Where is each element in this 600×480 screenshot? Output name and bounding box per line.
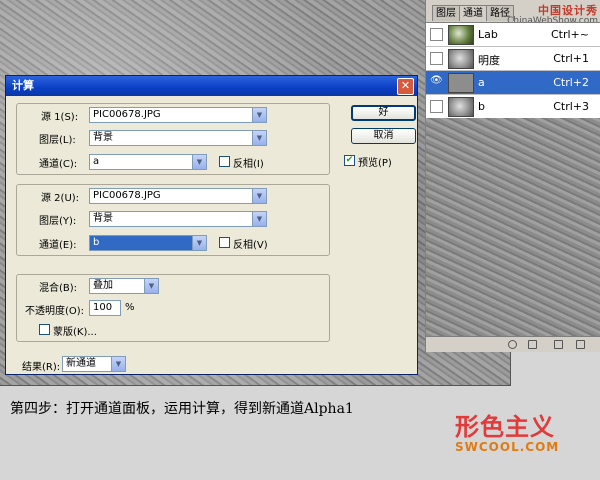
channel-name: 明度 [478, 54, 500, 67]
channel-name: Lab [478, 28, 498, 41]
channel-row-b[interactable]: b Ctrl+3 [426, 95, 600, 119]
eye-icon[interactable]: 👁 [430, 75, 443, 86]
chevron-down-icon: ▼ [192, 236, 206, 250]
channel-thumbnail [448, 73, 474, 93]
result-label: 结果(R): [22, 362, 61, 373]
site-logo: 形色主义 [455, 413, 555, 441]
tab-layers[interactable]: 图层 [432, 5, 460, 21]
chevron-down-icon: ▼ [252, 108, 266, 122]
channel-name: b [478, 100, 485, 113]
channel-shortcut: Ctrl+~ [550, 28, 589, 41]
dialog-titlebar[interactable]: 计算 ✕ [6, 76, 417, 96]
source1-group: 源 1(S): PIC00678.JPG ▼ 图层(L): 背景 ▼ 通道(C): … [16, 103, 330, 175]
source2-layer-select[interactable]: 背景 ▼ [89, 211, 267, 227]
chevron-down-icon: ▼ [111, 357, 125, 371]
opacity-input[interactable]: 100 [89, 300, 121, 316]
dialog-title: 计算 [12, 79, 34, 92]
source2-invert-label: 反相(V) [233, 240, 268, 251]
source1-file-select[interactable]: PIC00678.JPG ▼ [89, 107, 267, 123]
source1-invert-checkbox[interactable] [219, 156, 230, 167]
panel-footer [426, 336, 600, 351]
trash-icon[interactable] [576, 340, 585, 349]
load-selection-icon[interactable] [508, 340, 517, 349]
channel-shortcut: Ctrl+1 [553, 52, 589, 65]
opacity-unit: % [125, 302, 135, 313]
channel-row-lightness[interactable]: 明度 Ctrl+1 [426, 47, 600, 71]
blending-group: 混合(B): 叠加 ▼ 不透明度(O): 100 % 蒙版(K)... [16, 274, 330, 342]
save-selection-icon[interactable] [528, 340, 537, 349]
source2-label: 源 2(U): [41, 193, 80, 204]
source1-channel-select[interactable]: a ▼ [89, 154, 207, 170]
new-channel-icon[interactable] [554, 340, 563, 349]
chevron-down-icon: ▼ [252, 189, 266, 203]
channel-thumbnail [448, 25, 474, 45]
opacity-label: 不透明度(O): [25, 306, 85, 317]
source2-channel-select[interactable]: b ▼ [89, 235, 207, 251]
channels-panel: 图层 通道 路径 中国设计秀 ChinaWebShow.com Lab Ctrl… [425, 0, 600, 352]
preview-label: 预览(P) [358, 158, 392, 169]
source2-file-select[interactable]: PIC00678.JPG ▼ [89, 188, 267, 204]
source1-layer-label: 图层(L): [39, 135, 76, 146]
chevron-down-icon: ▼ [252, 131, 266, 145]
channel-row-lab[interactable]: Lab Ctrl+~ [426, 23, 600, 47]
mask-checkbox[interactable] [39, 324, 50, 335]
calculations-dialog: 计算 ✕ 源 1(S): PIC00678.JPG ▼ 图层(L): 背景 ▼ 通道… [5, 75, 418, 375]
blend-label: 混合(B): [39, 283, 78, 294]
site-logo-url: SWCOOL.COM [455, 440, 560, 454]
source1-label: 源 1(S): [41, 112, 79, 123]
channel-shortcut: Ctrl+3 [553, 100, 589, 113]
source1-invert-label: 反相(I) [233, 159, 264, 170]
ok-button[interactable]: 好 [351, 105, 416, 121]
source2-group: 源 2(U): PIC00678.JPG ▼ 图层(Y): 背景 ▼ 通道(E): … [16, 184, 330, 256]
preview-checkbox[interactable]: ✔ [344, 155, 355, 166]
channel-name: a [478, 76, 485, 89]
source2-channel-label: 通道(E): [39, 240, 77, 251]
visibility-toggle[interactable] [430, 52, 443, 65]
channel-thumbnail [448, 49, 474, 69]
tab-channels[interactable]: 通道 [459, 5, 487, 21]
source1-layer-select[interactable]: 背景 ▼ [89, 130, 267, 146]
visibility-toggle[interactable] [430, 100, 443, 113]
channel-row-a[interactable]: 👁 a Ctrl+2 [426, 71, 600, 95]
close-icon[interactable]: ✕ [397, 78, 414, 95]
visibility-toggle[interactable] [430, 28, 443, 41]
cancel-button[interactable]: 取消 [351, 128, 416, 144]
chevron-down-icon: ▼ [252, 212, 266, 226]
blend-mode-select[interactable]: 叠加 ▼ [89, 278, 159, 294]
channel-list: Lab Ctrl+~ 明度 Ctrl+1 👁 a Ctrl+2 b Ctrl+3 [426, 22, 600, 119]
source2-layer-label: 图层(Y): [39, 216, 77, 227]
channel-thumbnail [448, 97, 474, 117]
chevron-down-icon: ▼ [192, 155, 206, 169]
source2-invert-checkbox[interactable] [219, 237, 230, 248]
panel-empty-area [426, 118, 600, 336]
source1-channel-label: 通道(C): [39, 159, 78, 170]
channel-shortcut: Ctrl+2 [553, 76, 589, 89]
result-select[interactable]: 新通道 ▼ [62, 356, 126, 372]
tutorial-caption: 第四步：打开通道面板，运用计算，得到新通道Alpha1 [10, 401, 354, 417]
chevron-down-icon: ▼ [144, 279, 158, 293]
mask-label: 蒙版(K)... [53, 327, 97, 338]
